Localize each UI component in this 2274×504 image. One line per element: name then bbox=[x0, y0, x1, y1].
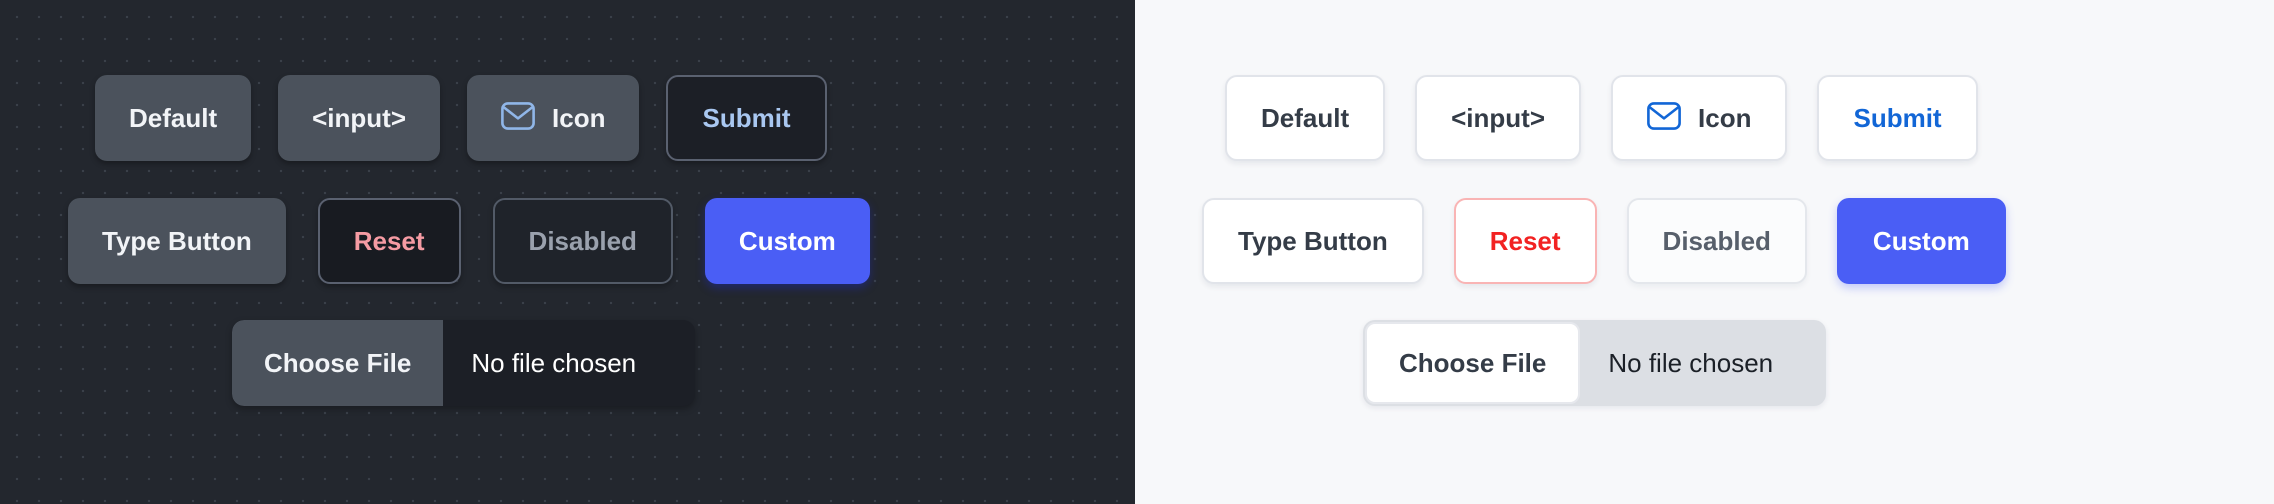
light-custom-button[interactable]: Custom bbox=[1836, 198, 2006, 284]
dark-submit-button[interactable]: Submit bbox=[666, 75, 827, 161]
dark-type-button-label: Type Button bbox=[102, 226, 252, 256]
dark-file-status-label: No file chosen bbox=[471, 347, 637, 378]
dark-button-row-1: Default <input> Icon Submit bbox=[95, 75, 827, 161]
light-choose-file-button[interactable]: Choose File bbox=[1365, 322, 1581, 404]
light-default-button[interactable]: Default bbox=[1225, 75, 1386, 161]
light-input-button[interactable]: <input> bbox=[1415, 75, 1582, 161]
light-default-button-label: Default bbox=[1261, 103, 1350, 133]
light-disabled-button-label: Disabled bbox=[1662, 226, 1771, 256]
dark-reset-button[interactable]: Reset bbox=[317, 198, 461, 284]
light-file-input[interactable]: Choose File No file chosen bbox=[1363, 320, 1826, 406]
dark-default-button-label: Default bbox=[129, 103, 218, 133]
dark-disabled-button: Disabled bbox=[492, 198, 673, 284]
dark-button-row-3: Choose File No file chosen bbox=[232, 320, 695, 406]
light-theme-panel: Default <input> Icon Submit Type Button … bbox=[1135, 0, 2274, 504]
dark-panel-rows: Default <input> Icon Submit Type Button … bbox=[0, 0, 1135, 504]
light-icon-button-content: Icon bbox=[1647, 102, 1751, 134]
light-button-row-2: Type Button Reset Disabled Custom bbox=[1202, 198, 2006, 284]
light-submit-button-label: Submit bbox=[1853, 103, 1942, 133]
light-submit-button[interactable]: Submit bbox=[1817, 75, 1978, 161]
dark-file-input[interactable]: Choose File No file chosen bbox=[232, 320, 695, 406]
button-showcase-stage: Default <input> Icon Submit Type Button … bbox=[0, 0, 2274, 504]
envelope-icon bbox=[1647, 102, 1681, 134]
dark-theme-panel: Default <input> Icon Submit Type Button … bbox=[0, 0, 1135, 504]
light-file-status-label: No file chosen bbox=[1608, 347, 1774, 378]
light-button-row-3: Choose File No file chosen bbox=[1363, 320, 1826, 406]
light-type-button[interactable]: Type Button bbox=[1202, 198, 1424, 284]
dark-button-row-2: Type Button Reset Disabled Custom bbox=[68, 198, 870, 284]
dark-disabled-button-label: Disabled bbox=[528, 226, 637, 256]
light-button-row-1: Default <input> Icon Submit bbox=[1225, 75, 1978, 161]
light-reset-button-label: Reset bbox=[1489, 226, 1561, 256]
dark-icon-button-content: Icon bbox=[501, 102, 605, 134]
light-reset-button[interactable]: Reset bbox=[1453, 198, 1597, 284]
dark-input-button-label: <input> bbox=[312, 103, 407, 133]
dark-input-button[interactable]: <input> bbox=[278, 75, 441, 161]
dark-default-button[interactable]: Default bbox=[95, 75, 252, 161]
light-panel-rows: Default <input> Icon Submit Type Button … bbox=[1135, 0, 2274, 504]
envelope-icon bbox=[501, 102, 535, 134]
light-icon-button-label: Icon bbox=[1698, 103, 1752, 133]
dark-reset-button-label: Reset bbox=[353, 226, 425, 256]
light-icon-button[interactable]: Icon bbox=[1611, 75, 1788, 161]
dark-icon-button[interactable]: Icon bbox=[467, 75, 640, 161]
dark-type-button[interactable]: Type Button bbox=[68, 198, 286, 284]
light-custom-button-label: Custom bbox=[1872, 226, 1970, 256]
dark-custom-button-label: Custom bbox=[738, 226, 836, 256]
light-input-button-label: <input> bbox=[1451, 103, 1546, 133]
light-type-button-label: Type Button bbox=[1238, 226, 1388, 256]
dark-icon-button-label: Icon bbox=[552, 103, 606, 133]
dark-submit-button-label: Submit bbox=[702, 103, 791, 133]
dark-choose-file-button[interactable]: Choose File bbox=[232, 320, 444, 406]
dark-custom-button[interactable]: Custom bbox=[704, 198, 870, 284]
light-disabled-button: Disabled bbox=[1626, 198, 1807, 284]
